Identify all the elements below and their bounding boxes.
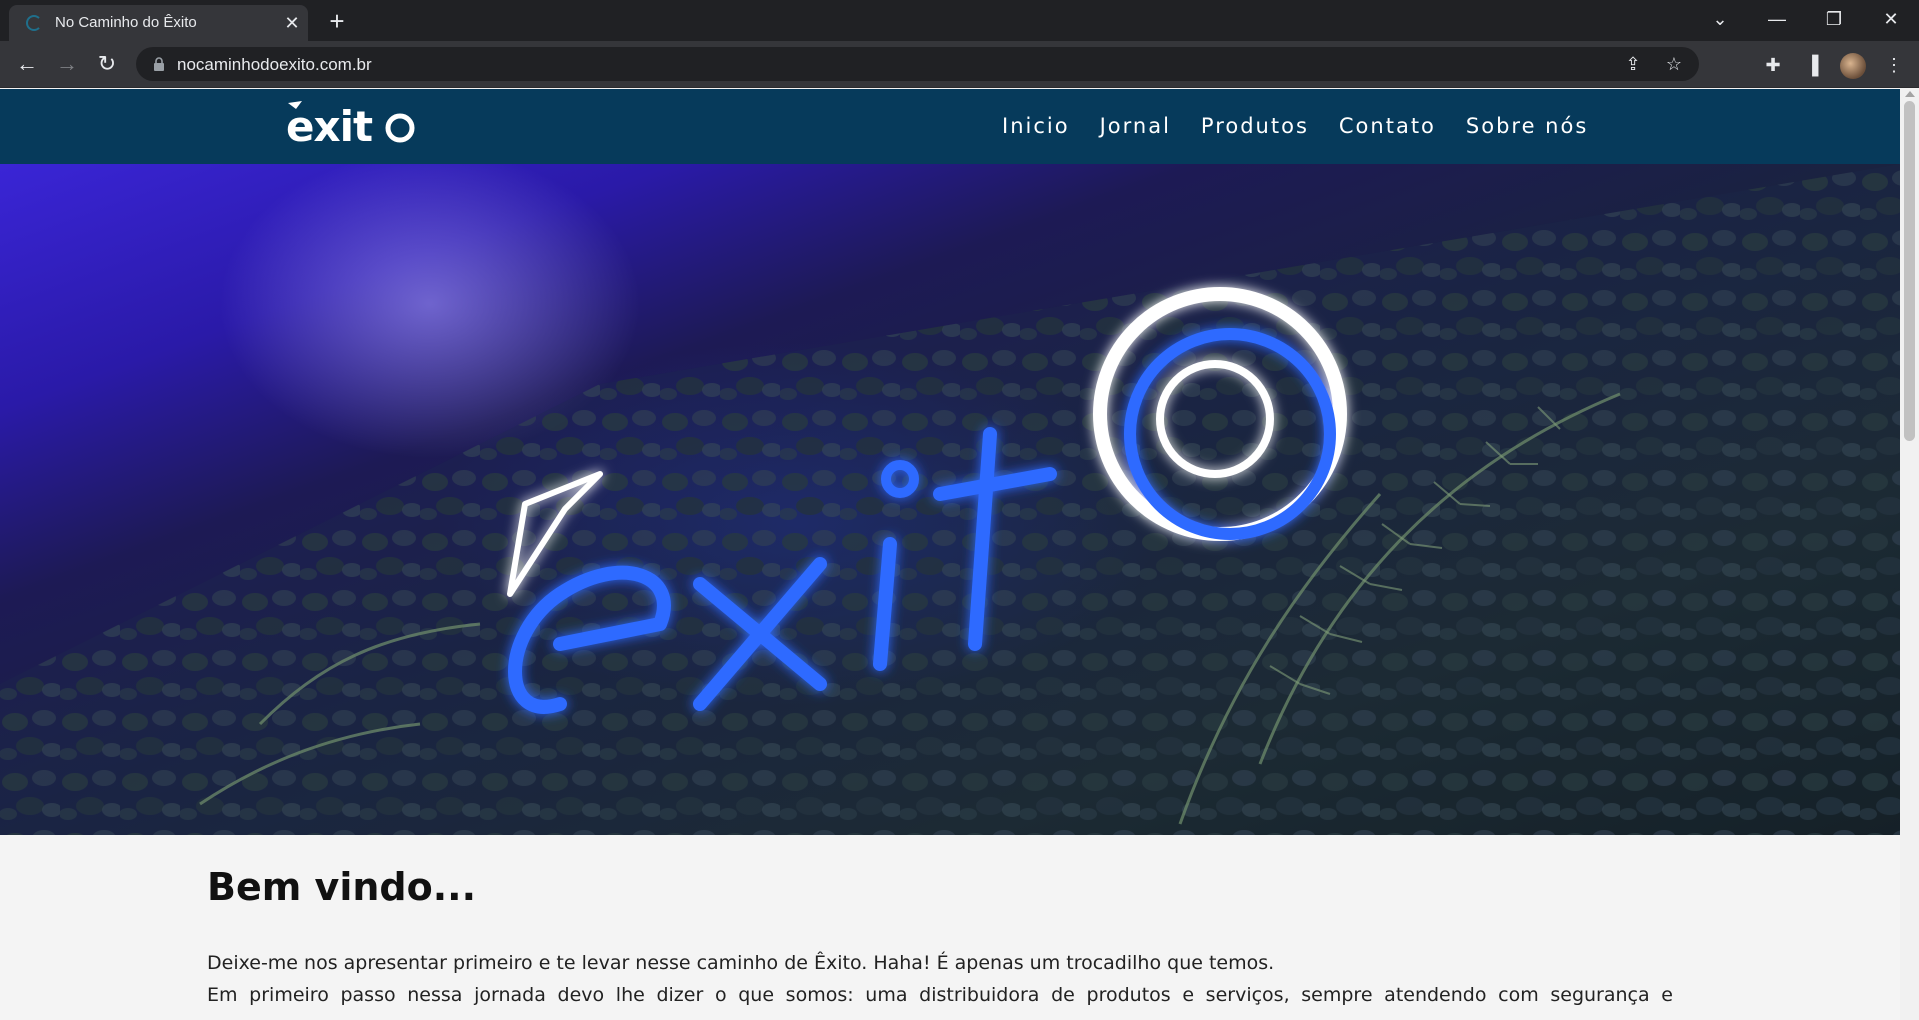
site-header: exit Inicio Jornal Produtos Contato Sobr… (0, 89, 1900, 164)
page-scrollbar[interactable] (1900, 89, 1919, 1020)
menu-kebab-icon[interactable]: ⋮ (1882, 53, 1906, 77)
lock-icon (154, 57, 164, 71)
profile-avatar[interactable] (1840, 53, 1866, 79)
side-panel-icon[interactable]: ▐ (1800, 53, 1824, 77)
share-icon[interactable]: ⇪ (1622, 53, 1644, 75)
nav-jornal[interactable]: Jornal (1100, 111, 1171, 141)
browser-tab[interactable]: No Caminho do Êxito ✕ (9, 5, 308, 41)
forward-button[interactable]: → (52, 49, 82, 79)
scroll-up-arrow-icon[interactable] (1905, 91, 1915, 97)
url-text: nocaminhodoexito.com.br (177, 55, 372, 74)
page-viewport: exit Inicio Jornal Produtos Contato Sobr… (0, 89, 1900, 1020)
hero-neon-sign-image (0, 164, 1900, 835)
nav-inicio[interactable]: Inicio (1002, 111, 1070, 141)
browser-titlebar: No Caminho do Êxito ✕ + ⌄ — ❐ ✕ (0, 0, 1919, 41)
address-bar[interactable]: nocaminhodoexito.com.br ⇪ ☆ (136, 47, 1699, 81)
site-logo[interactable]: exit (282, 99, 422, 151)
back-button[interactable]: ← (12, 49, 42, 79)
restore-button[interactable]: ❐ (1806, 0, 1862, 40)
site-favicon-icon (26, 15, 42, 31)
svg-text:exit: exit (286, 102, 373, 151)
intro-paragraph-line-2: Em primeiro passo nessa jornada devo lhe… (207, 984, 1673, 1006)
scrollbar-thumb[interactable] (1904, 101, 1915, 441)
browser-toolbar: ← → ↻ nocaminhodoexito.com.br ⇪ ☆ ✚ ▐ ⋮ (0, 41, 1919, 88)
tab-search-icon[interactable]: ⌄ (1692, 0, 1748, 40)
close-window-button[interactable]: ✕ (1863, 0, 1919, 40)
main-nav: Inicio Jornal Produtos Contato Sobre nós (1002, 111, 1588, 141)
welcome-heading: Bem vindo... (207, 865, 477, 909)
minimize-button[interactable]: — (1749, 0, 1805, 40)
bookmark-star-icon[interactable]: ☆ (1663, 53, 1685, 75)
tab-title: No Caminho do Êxito (55, 14, 197, 31)
new-tab-button[interactable]: + (322, 6, 352, 36)
nav-contato[interactable]: Contato (1339, 111, 1436, 141)
hero-banner (0, 164, 1900, 835)
nav-sobre-nos[interactable]: Sobre nós (1466, 111, 1588, 141)
nav-produtos[interactable]: Produtos (1201, 111, 1309, 141)
extensions-icon[interactable]: ✚ (1761, 53, 1785, 77)
reload-button[interactable]: ↻ (92, 49, 122, 79)
intro-paragraph-line-1: Deixe-me nos apresentar primeiro e te le… (207, 952, 1275, 974)
tab-close-icon[interactable]: ✕ (280, 11, 304, 35)
